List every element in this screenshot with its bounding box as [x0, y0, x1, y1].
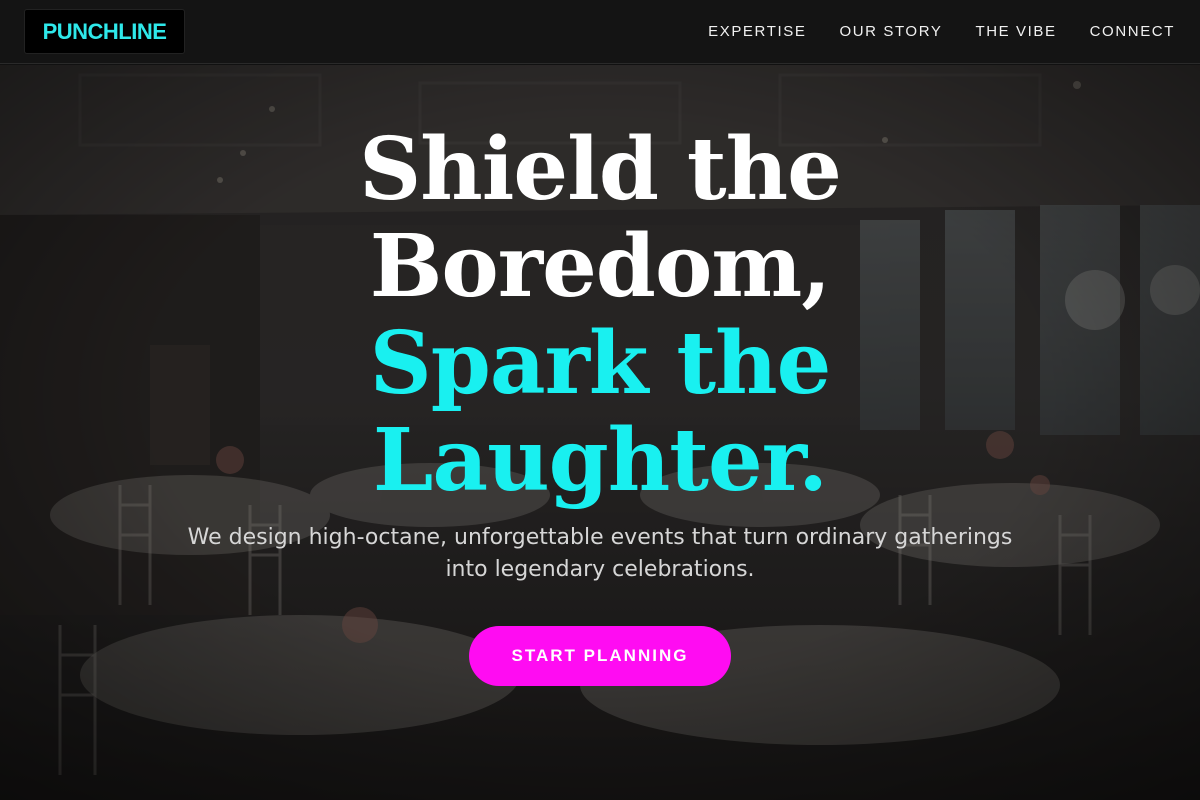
brand-logo[interactable]: PUNCHLINE: [24, 9, 185, 54]
headline-line-4: Laughter.: [372, 410, 828, 511]
hero-headline: Shield the Boredom, Spark the Laughter.: [0, 121, 1200, 509]
start-planning-button[interactable]: START PLANNING: [469, 626, 731, 686]
main-nav: EXPERTISE OUR STORY THE VIBE CONNECT: [708, 23, 1175, 40]
nav-item-connect[interactable]: CONNECT: [1090, 23, 1175, 40]
site-header: PUNCHLINE EXPERTISE OUR STORY THE VIBE C…: [0, 0, 1200, 64]
headline-line-3: Spark the: [369, 313, 832, 414]
nav-item-the-vibe[interactable]: THE VIBE: [975, 23, 1056, 40]
nav-item-expertise[interactable]: EXPERTISE: [708, 23, 806, 40]
hero-subtitle: We design high-octane, unforgettable eve…: [187, 525, 1013, 582]
headline-line-2: Boredom,: [369, 216, 832, 317]
headline-line-1: Shield the: [359, 119, 842, 220]
nav-item-our-story[interactable]: OUR STORY: [839, 23, 942, 40]
hero-section: Shield the Boredom, Spark the Laughter. …: [0, 65, 1200, 800]
